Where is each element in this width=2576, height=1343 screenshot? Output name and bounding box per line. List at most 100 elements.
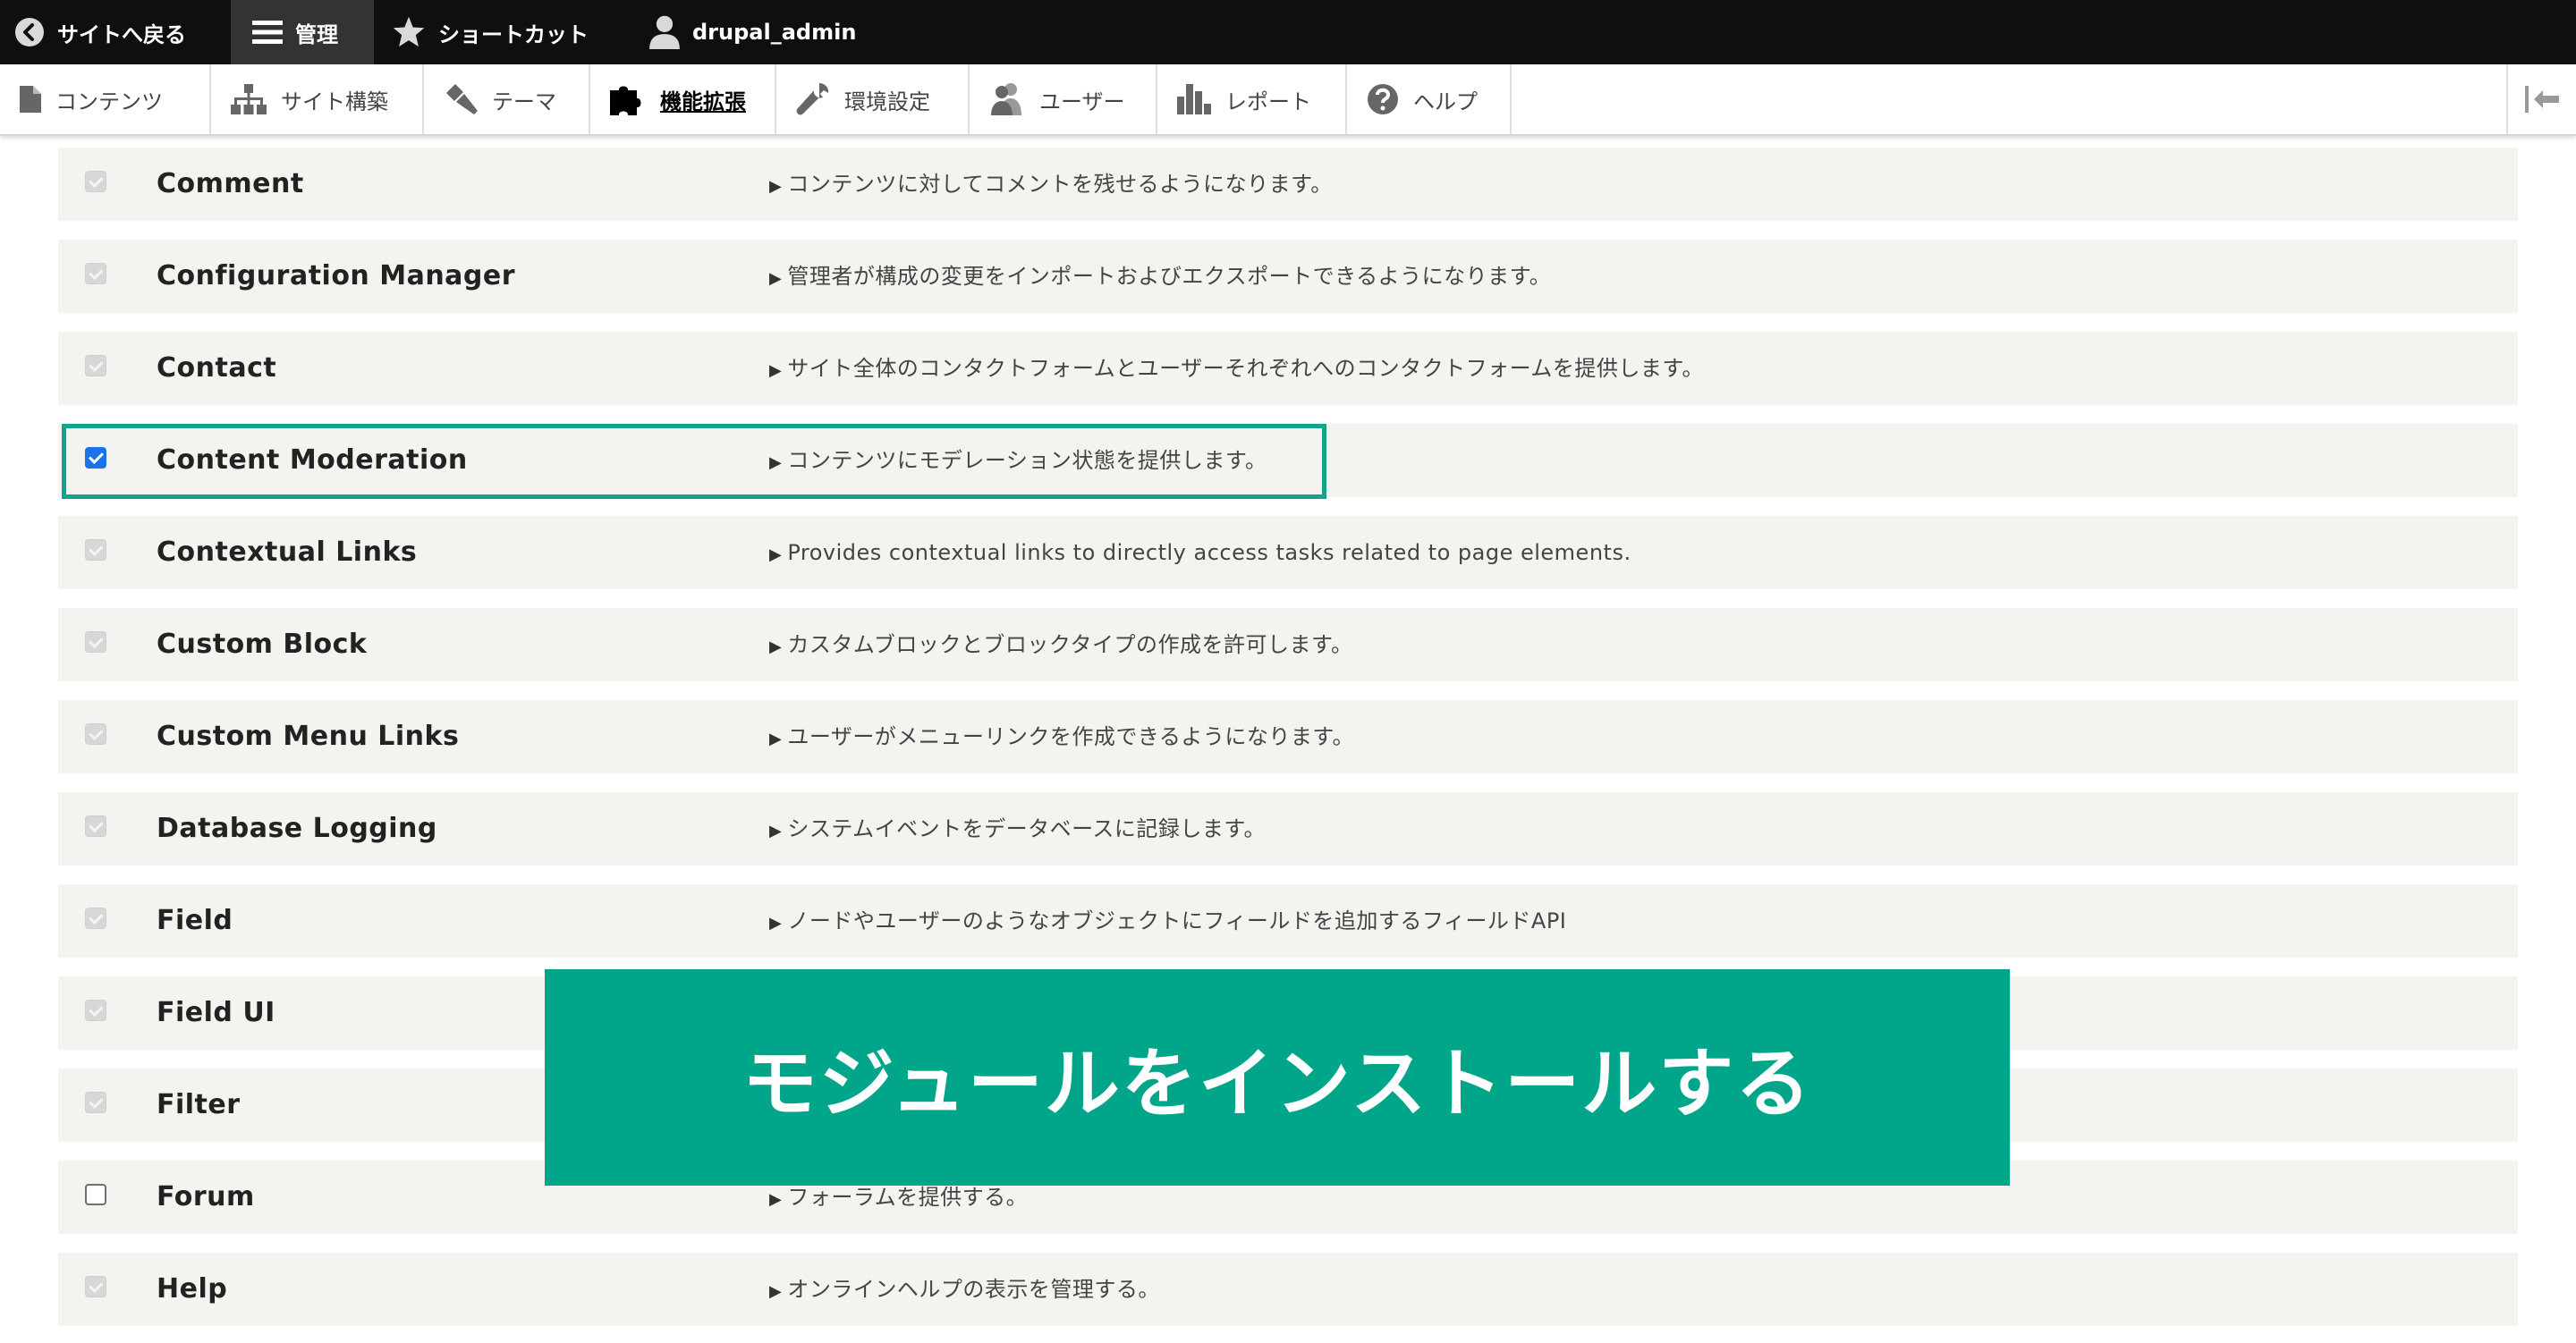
- module-row-contextual-links: Contextual Links ▶ Provides contextual li…: [58, 516, 2518, 589]
- caret-right-icon: ▶: [769, 1190, 783, 1209]
- module-description-toggle[interactable]: ▶ システムイベントをデータベースに記録します。: [769, 792, 1266, 866]
- module-description-toggle[interactable]: ▶ コンテンツに対してコメントを残せるようになります。: [769, 148, 1333, 221]
- caret-right-icon: ▶: [769, 361, 783, 380]
- module-description-toggle[interactable]: ▶ Provides contextual links to directly a…: [769, 516, 1631, 589]
- module-description-toggle[interactable]: ▶ サイト全体のコンタクトフォームとユーザーそれぞれへのコンタクトフォームを提供し…: [769, 332, 1704, 405]
- puzzle-piece-icon: [610, 86, 641, 115]
- caret-right-icon: ▶: [769, 914, 783, 933]
- admin-toolbar: サイトへ戻る 管理 ショートカット drupal_admin: [0, 0, 2576, 64]
- module-name: Forum: [157, 1181, 255, 1212]
- menu-item-label: ユーザー: [1039, 89, 1125, 114]
- module-checkbox: [85, 1092, 106, 1113]
- people-icon: [991, 83, 1021, 115]
- module-checkbox: [85, 723, 106, 745]
- menu-item-label: 機能拡張: [660, 89, 746, 114]
- wrench-icon: [796, 83, 829, 115]
- module-name: Database Logging: [157, 813, 437, 844]
- caret-right-icon: ▶: [769, 638, 783, 656]
- module-name: Filter: [157, 1089, 241, 1120]
- module-name: Contextual Links: [157, 536, 418, 568]
- caption-banner: モジュールをインストールする: [545, 969, 2010, 1186]
- module-description: コンテンツに対してコメントを残せるようになります。: [787, 172, 1333, 197]
- arrow-left-bar-icon: [2525, 86, 2559, 113]
- module-checkbox: [85, 815, 106, 837]
- caption-text: モジュールをインストールする: [741, 1039, 1813, 1128]
- caret-right-icon: ▶: [769, 269, 783, 288]
- menu-item-label: 環境設定: [844, 89, 930, 114]
- module-name: Help: [157, 1273, 228, 1305]
- module-description: ユーザーがメニューリンクを作成できるようになります。: [787, 724, 1354, 749]
- star-icon: [393, 16, 425, 47]
- menu-item-extend[interactable]: 機能拡張: [590, 64, 776, 134]
- module-checkbox: [85, 631, 106, 653]
- menu-item-label: コンテンツ: [55, 89, 163, 114]
- module-name: Custom Menu Links: [157, 721, 460, 752]
- module-checkbox: [85, 1276, 106, 1297]
- module-name: Comment: [157, 168, 304, 199]
- module-row-comment: Comment ▶ コンテンツに対してコメントを残せるようになります。: [58, 148, 2518, 221]
- module-description: 管理者が構成の変更をインポートおよびエクスポートできるようになります。: [787, 264, 1552, 289]
- module-description: オンラインヘルプの表示を管理する。: [787, 1277, 1160, 1302]
- module-description: サイト全体のコンタクトフォームとユーザーそれぞれへのコンタクトフォームを提供しま…: [787, 356, 1705, 381]
- module-description-toggle[interactable]: ▶ ノードやユーザーのようなオブジェクトにフィールドを追加するフィールドAPI: [769, 884, 1566, 958]
- caret-right-icon: ▶: [769, 177, 783, 196]
- module-checkbox: [85, 539, 106, 561]
- page: サイトへ戻る 管理 ショートカット drupal_admin コンテンツ サイト…: [0, 0, 2576, 1343]
- module-row-help: Help ▶ オンラインヘルプの表示を管理する。: [58, 1253, 2518, 1326]
- module-checkbox: [85, 1000, 106, 1021]
- orientation-toggle-button[interactable]: [2506, 64, 2576, 134]
- bar-chart-icon: [1177, 84, 1211, 114]
- module-description-toggle[interactable]: ▶ カスタムブロックとブロックタイプの作成を許可します。: [769, 608, 1353, 681]
- sitemap-icon: [231, 84, 267, 114]
- module-description-toggle[interactable]: ▶ ユーザーがメニューリンクを作成できるようになります。: [769, 700, 1354, 773]
- module-checkbox: [85, 908, 106, 929]
- module-row-database-logging: Database Logging ▶ システムイベントをデータベースに記録します。: [58, 792, 2518, 866]
- module-description-toggle[interactable]: ▶ 管理者が構成の変更をインポートおよびエクスポートできるようになります。: [769, 240, 1551, 313]
- module-name: Custom Block: [157, 629, 368, 660]
- module-description: システムイベントをデータベースに記録します。: [787, 816, 1267, 841]
- module-checkbox: [85, 263, 106, 284]
- menu-item-content[interactable]: コンテンツ: [0, 64, 211, 134]
- menu-item-appearance[interactable]: テーマ: [424, 64, 590, 134]
- caret-right-icon: ▶: [769, 545, 783, 564]
- module-description: カスタムブロックとブロックタイプの作成を許可します。: [787, 632, 1353, 657]
- caret-right-icon: ▶: [769, 1282, 783, 1301]
- menu-item-reports[interactable]: レポート: [1157, 64, 1347, 134]
- module-name: Field UI: [157, 997, 275, 1028]
- module-checkbox: [85, 171, 106, 192]
- caret-right-icon: ▶: [769, 730, 783, 748]
- module-name: Field: [157, 905, 233, 936]
- module-row-field: Field ▶ ノードやユーザーのようなオブジェクトにフィールドを追加するフィール…: [58, 884, 2518, 958]
- module-row-custom-block: Custom Block ▶ カスタムブロックとブロックタイプの作成を許可します。: [58, 608, 2518, 681]
- menu-item-label: サイト構築: [281, 89, 388, 114]
- brush-icon: [446, 84, 478, 114]
- user-icon: [649, 15, 680, 49]
- menu-item-people[interactable]: ユーザー: [970, 64, 1157, 134]
- menu-item-label: ヘルプ: [1413, 89, 1478, 114]
- module-description: Provides contextual links to directly ac…: [787, 540, 1631, 565]
- caret-right-icon: ▶: [769, 822, 783, 840]
- manage-tab[interactable]: 管理: [231, 0, 374, 64]
- admin-menu-tray: コンテンツ サイト構築 テーマ 機能拡張 環境設定 ユーザー レポート ヘルプ: [0, 64, 2576, 136]
- user-label: drupal_admin: [692, 20, 857, 45]
- module-description-toggle[interactable]: ▶ オンラインヘルプの表示を管理する。: [769, 1253, 1160, 1326]
- menu-item-configuration[interactable]: 環境設定: [776, 64, 970, 134]
- module-row-contact: Contact ▶ サイト全体のコンタクトフォームとユーザーそれぞれへのコンタクト…: [58, 332, 2518, 405]
- user-tab[interactable]: drupal_admin: [637, 0, 869, 64]
- module-description: ノードやユーザーのようなオブジェクトにフィールドを追加するフィールドAPI: [787, 908, 1567, 933]
- module-description: フォーラムを提供する。: [787, 1185, 1029, 1210]
- manage-label: 管理: [295, 21, 338, 47]
- back-to-site-label: サイトへ戻る: [57, 21, 186, 47]
- menu-item-structure[interactable]: サイト構築: [211, 64, 424, 134]
- menu-item-help[interactable]: ヘルプ: [1347, 64, 1512, 134]
- menu-item-label: レポート: [1225, 89, 1311, 114]
- module-name: Configuration Manager: [157, 260, 516, 291]
- shortcuts-tab[interactable]: ショートカット: [377, 0, 619, 64]
- module-name: Contact: [157, 352, 277, 384]
- hamburger-icon: [252, 21, 283, 44]
- back-to-site-link[interactable]: サイトへ戻る: [0, 0, 224, 64]
- module-row-custom-menu-links: Custom Menu Links ▶ ユーザーがメニューリンクを作成できるように…: [58, 700, 2518, 773]
- module-checkbox[interactable]: [85, 1184, 106, 1205]
- shortcuts-label: ショートカット: [438, 21, 589, 47]
- question-circle-icon: [1368, 84, 1398, 114]
